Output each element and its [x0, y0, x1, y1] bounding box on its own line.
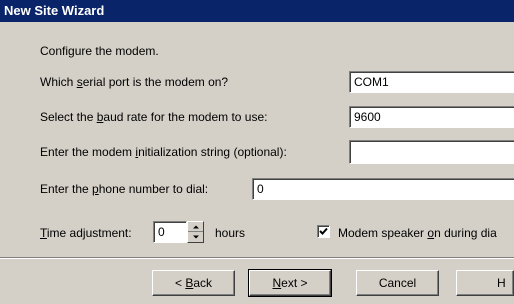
phone-number-label: Enter the phone number to dial: [40, 182, 209, 196]
serial-port-label: Which serial port is the modem on? [40, 75, 229, 89]
baud-rate-label: Select the baud rate for the modem to us… [40, 110, 268, 124]
time-adjustment-label: Time adjustment: [40, 226, 132, 240]
time-adjustment-input[interactable]: 0 [153, 221, 187, 243]
baud-rate-field[interactable]: 9600 [349, 106, 514, 128]
checkmark-icon [319, 227, 328, 235]
arrow-up-icon [192, 225, 199, 228]
serial-port-field[interactable]: COM1 [349, 71, 514, 93]
cancel-button[interactable]: Cancel [356, 270, 439, 296]
init-string-field[interactable] [349, 140, 514, 164]
page-heading: Configure the modem. [40, 44, 159, 58]
hours-label: hours [215, 226, 246, 240]
arrow-down-icon [192, 235, 199, 239]
separator [0, 257, 514, 259]
phone-number-field[interactable]: 0 [252, 178, 514, 200]
spin-up-button[interactable] [188, 222, 203, 232]
init-string-label: Enter the modem initialization string (o… [40, 145, 287, 159]
modem-speaker-checkbox[interactable] [317, 225, 330, 238]
help-button[interactable]: H [456, 270, 514, 296]
time-adjustment-spinner[interactable] [187, 221, 204, 243]
modem-speaker-label[interactable]: Modem speaker on during dia [338, 226, 497, 241]
window-title: New Site Wizard [0, 0, 514, 22]
spin-down-button[interactable] [188, 232, 203, 242]
back-button[interactable]: < Back [152, 270, 235, 296]
next-button[interactable]: Next > [248, 269, 332, 297]
